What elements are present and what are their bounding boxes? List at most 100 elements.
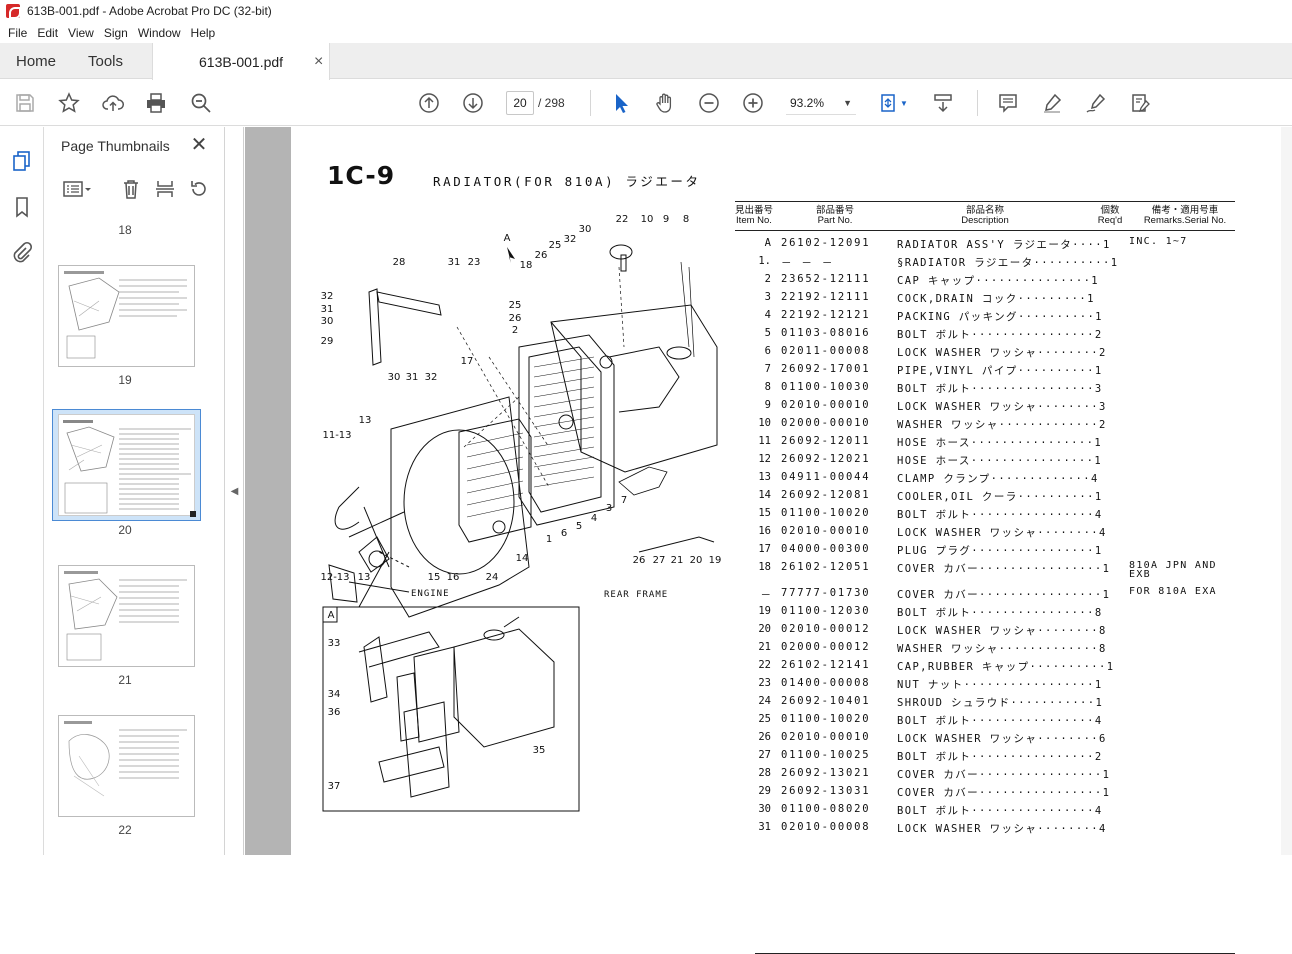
- extract-page-icon[interactable]: [153, 177, 177, 201]
- panel-title: Page Thumbnails: [61, 138, 170, 154]
- item-number: 20: [758, 623, 771, 635]
- remarks: 810A JPN AND EXB: [1129, 560, 1217, 580]
- star-bookmark-icon[interactable]: [57, 91, 81, 115]
- part-number: 04911-00044: [781, 471, 871, 483]
- tab-home[interactable]: Home: [16, 43, 56, 79]
- menu-file[interactable]: File: [4, 26, 31, 40]
- part-description: PACKING パッキング··········1: [897, 311, 1103, 323]
- collapse-arrow-icon: ◀: [230, 485, 239, 497]
- header-part-no: 部品番号 Part No.: [815, 205, 854, 226]
- menu-edit[interactable]: Edit: [33, 26, 62, 40]
- part-number: 01100-08020: [781, 803, 871, 815]
- diagram-label: 5: [576, 521, 582, 532]
- diagram-label: 30: [321, 316, 334, 327]
- item-number: 28: [758, 767, 771, 779]
- resize-handle[interactable]: [190, 511, 196, 517]
- part-number: 22192-12111: [781, 291, 871, 303]
- part-description: LOCK WASHER ワッシャ········2: [897, 347, 1107, 359]
- select-pointer-icon[interactable]: [609, 91, 633, 115]
- diagram-label: 13: [359, 415, 372, 426]
- delete-trash-icon[interactable]: [119, 177, 143, 201]
- page-number-input[interactable]: 20: [506, 91, 534, 115]
- item-number: 4: [764, 309, 771, 321]
- part-description: NUT ナット·················1: [897, 679, 1103, 691]
- part-number: 01103-08016: [781, 327, 871, 339]
- page-thumbnails-icon[interactable]: [10, 149, 34, 173]
- page-thumbnail[interactable]: [58, 715, 195, 817]
- tab-document[interactable]: 613B-001.pdf ×: [152, 43, 330, 80]
- diagram-label: 31: [321, 304, 334, 315]
- menu-sign[interactable]: Sign: [100, 26, 132, 40]
- sign-pen-icon[interactable]: [1084, 91, 1108, 115]
- page-thumbnail[interactable]: [58, 565, 195, 667]
- bookmark-icon[interactable]: [10, 195, 34, 219]
- part-number: 02010-00010: [781, 399, 871, 411]
- part-number: 23652-12111: [781, 273, 871, 285]
- document-scrollbar[interactable]: [1281, 127, 1292, 855]
- menu-view[interactable]: View: [64, 26, 98, 40]
- diagram-label: 15: [428, 572, 441, 583]
- part-description: CLAMP クランプ·············4: [897, 473, 1099, 485]
- part-description: BOLT ボルト················8: [897, 607, 1103, 619]
- tab-close-icon[interactable]: ×: [314, 53, 323, 71]
- left-navigation-rail: [0, 127, 44, 855]
- diagram-label: 24: [486, 572, 499, 583]
- attachment-paperclip-icon[interactable]: [10, 240, 34, 264]
- item-number: 18: [758, 561, 771, 573]
- zoom-search-icon[interactable]: [189, 91, 213, 115]
- diagram-label: 11-13: [322, 430, 351, 441]
- part-number: 01400-00008: [781, 677, 871, 689]
- item-number: 9: [764, 399, 771, 411]
- previous-page-icon[interactable]: [417, 91, 441, 115]
- tab-tools[interactable]: Tools: [88, 43, 123, 79]
- page-thumbnail[interactable]: [58, 265, 195, 367]
- part-number: 02010-00008: [781, 821, 871, 833]
- highlight-pen-icon[interactable]: [1040, 91, 1064, 115]
- part-description: BOLT ボルト················2: [897, 329, 1103, 341]
- part-number: 26092-13031: [781, 785, 871, 797]
- zoom-in-icon[interactable]: [741, 91, 765, 115]
- edit-pdf-icon[interactable]: [1128, 91, 1152, 115]
- item-number: 14: [758, 489, 771, 501]
- part-description: COCK,DRAIN コック·········1: [897, 293, 1095, 305]
- diagram-label: 1: [546, 534, 552, 545]
- comment-icon[interactable]: [996, 91, 1020, 115]
- zoom-out-icon[interactable]: [697, 91, 721, 115]
- chevron-down-icon[interactable]: ▼: [898, 91, 910, 115]
- page-fit-icon[interactable]: [876, 91, 900, 115]
- upload-cloud-icon[interactable]: [101, 91, 125, 115]
- thumbnail-label: 21: [118, 673, 132, 687]
- part-number: 02011-00008: [781, 345, 871, 357]
- item-number: 7: [764, 363, 771, 375]
- thumbnail-label: 20: [118, 523, 132, 537]
- print-icon[interactable]: [144, 91, 168, 115]
- close-icon[interactable]: ✕: [189, 135, 209, 155]
- scroll-mode-icon[interactable]: [931, 91, 955, 115]
- diagram-label: 37: [328, 781, 341, 792]
- diagram-label: 18: [520, 260, 533, 271]
- exploded-parts-diagram: 22 10 9 8 32 25 30 26 18 28 31 23 32 31 …: [320, 214, 721, 812]
- menu-window[interactable]: Window: [134, 26, 185, 40]
- section-subtitle: RADIATOR(FOR 810A) ラジエータ: [433, 174, 701, 189]
- page-thumbnail-selected[interactable]: [52, 409, 201, 521]
- menu-help[interactable]: Help: [187, 26, 220, 40]
- part-number: 02010-00012: [781, 623, 871, 635]
- view-a-label: A: [328, 610, 335, 621]
- panel-collapse-splitter[interactable]: ◀: [226, 127, 244, 855]
- part-description: §RADIATOR ラジエータ··········1: [897, 257, 1119, 269]
- item-number: 29: [758, 785, 771, 797]
- next-page-icon[interactable]: [461, 91, 485, 115]
- part-number: 26092-10401: [781, 695, 871, 707]
- thumbnail-options-menu[interactable]: [59, 177, 95, 201]
- hand-tool-icon[interactable]: [653, 91, 677, 115]
- section-code: 1C-9: [327, 161, 396, 190]
- part-number: 26092-12021: [781, 453, 871, 465]
- item-number: 27: [758, 749, 771, 761]
- save-icon[interactable]: [13, 91, 37, 115]
- rotate-page-icon[interactable]: [187, 177, 211, 201]
- diagram-label: 25: [509, 300, 522, 311]
- zoom-level-select[interactable]: 93.2% ▼: [786, 91, 856, 115]
- title-bar: 613B-001.pdf - Adobe Acrobat Pro DC (32-…: [0, 0, 1292, 22]
- part-description: LOCK WASHER ワッシャ········8: [897, 625, 1107, 637]
- part-description: BOLT ボルト················4: [897, 715, 1103, 727]
